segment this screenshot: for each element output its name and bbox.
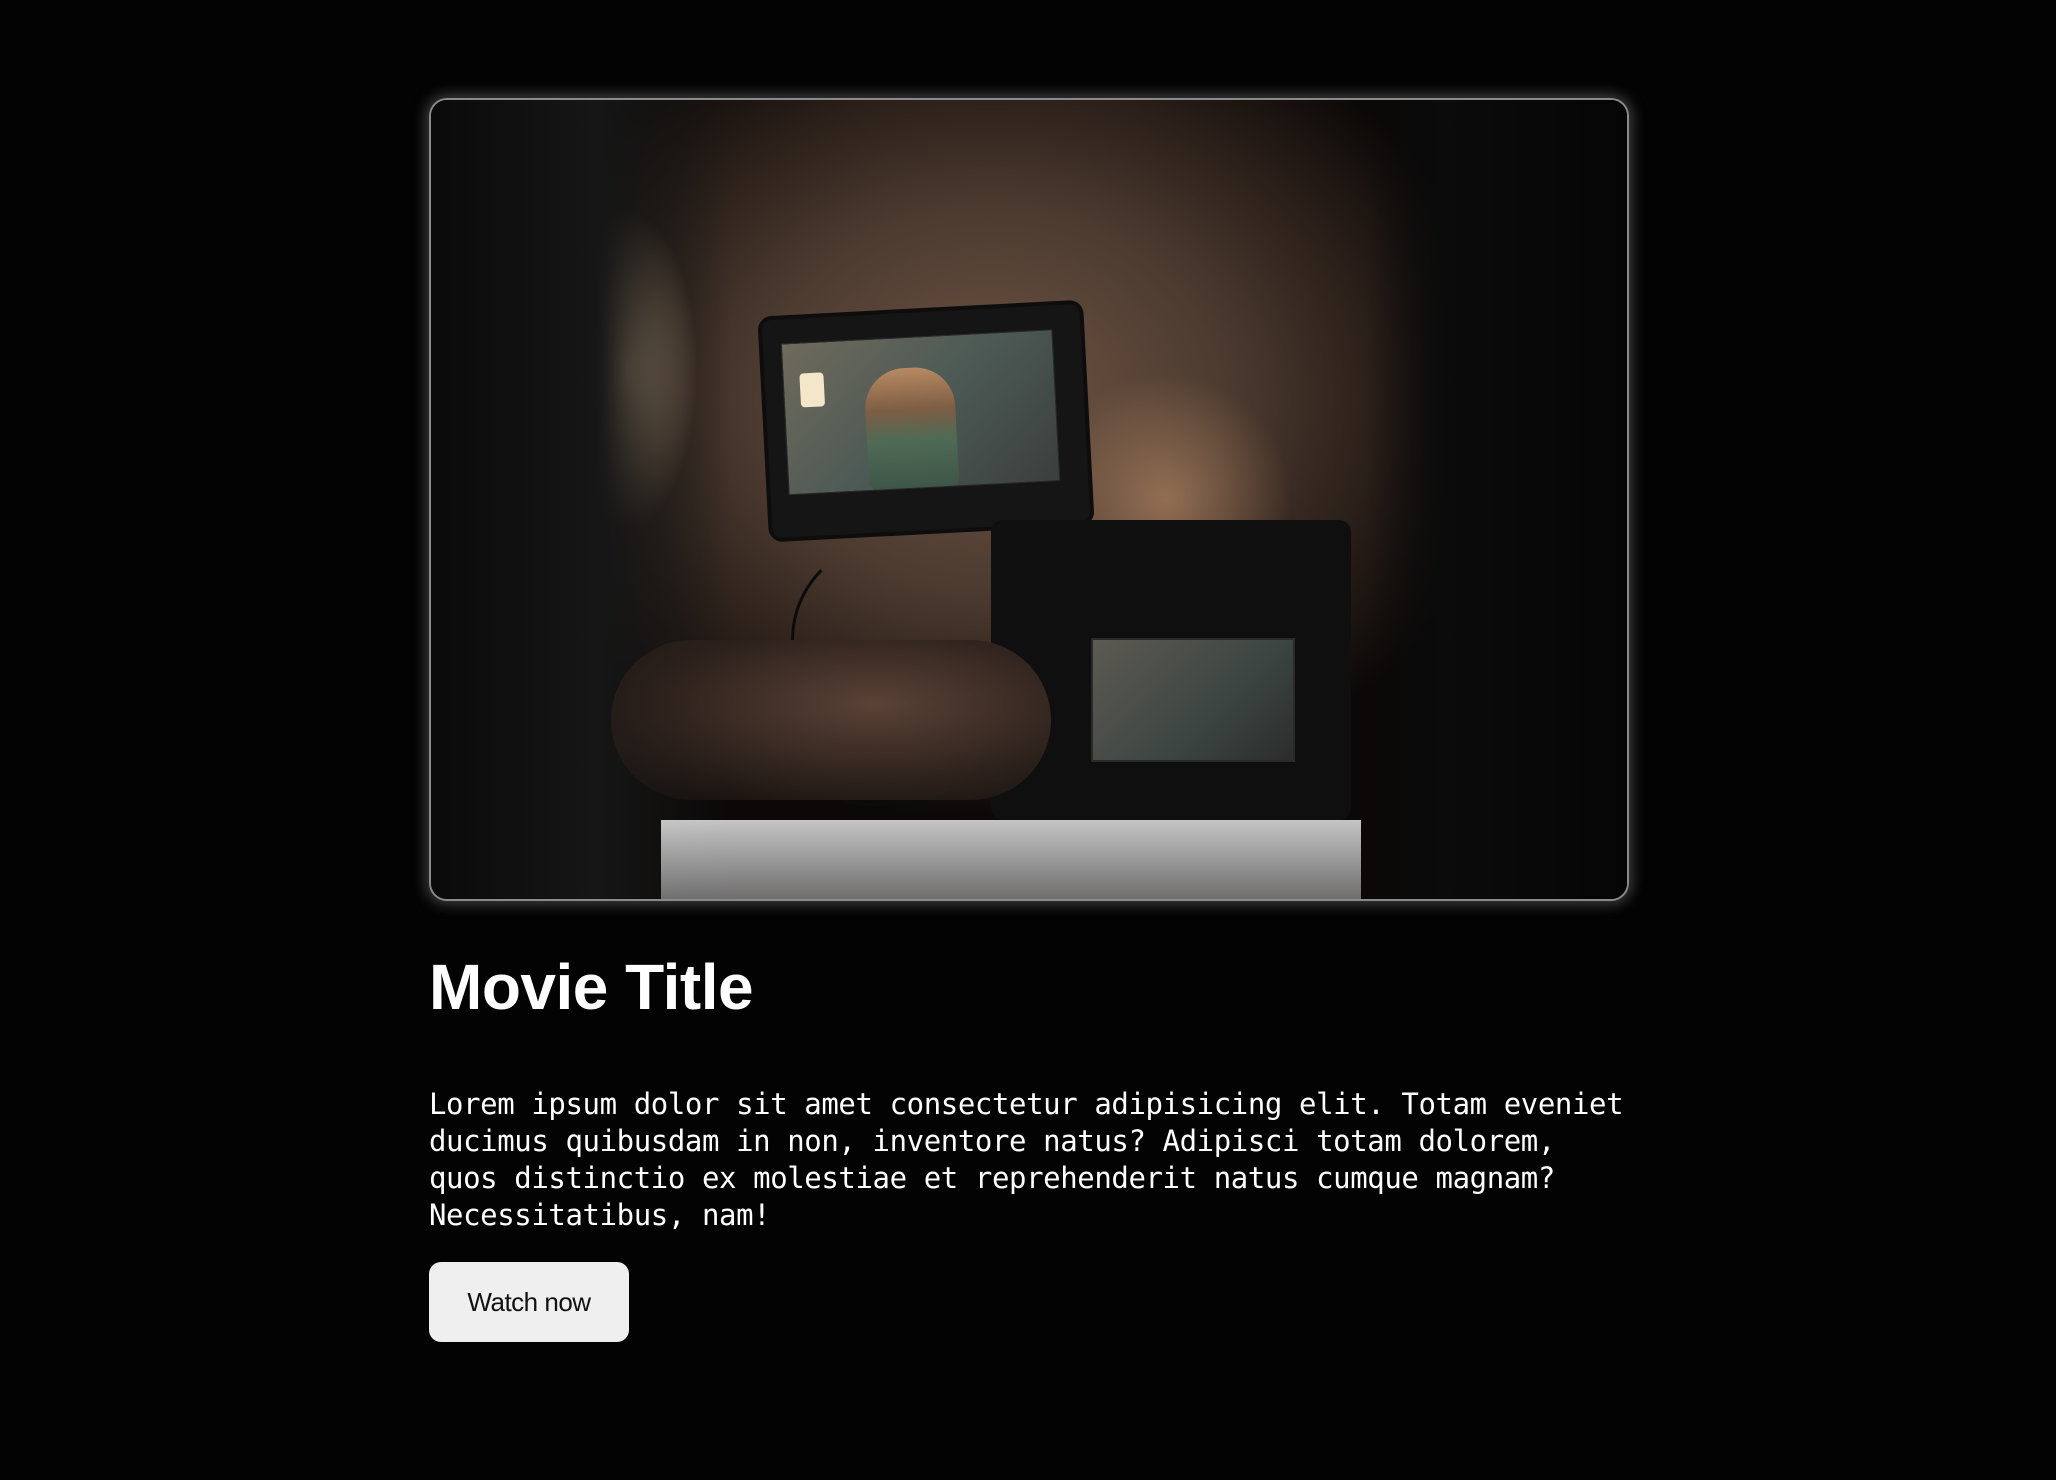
movie-card: Movie Title Lorem ipsum dolor sit amet c… [429, 98, 1629, 1342]
hero-person-right-silhouette [1367, 100, 1627, 899]
hero-monitor-screen [780, 329, 1061, 496]
watch-now-button[interactable]: Watch now [429, 1262, 629, 1342]
hero-camera-lcd [1091, 638, 1295, 762]
movie-title: Movie Title [429, 951, 754, 1023]
hero-hands [611, 640, 1051, 800]
hero-camera-rig [991, 520, 1351, 820]
hero-image [429, 98, 1629, 901]
page: Movie Title Lorem ipsum dolor sit amet c… [0, 0, 2056, 1480]
hero-table [661, 820, 1361, 899]
hero-field-monitor [761, 303, 1091, 539]
movie-description: Lorem ipsum dolor sit amet consectetur a… [429, 1087, 1624, 1232]
hero-monitor-subject [863, 365, 960, 491]
hero-monitor-lamp [799, 372, 826, 408]
